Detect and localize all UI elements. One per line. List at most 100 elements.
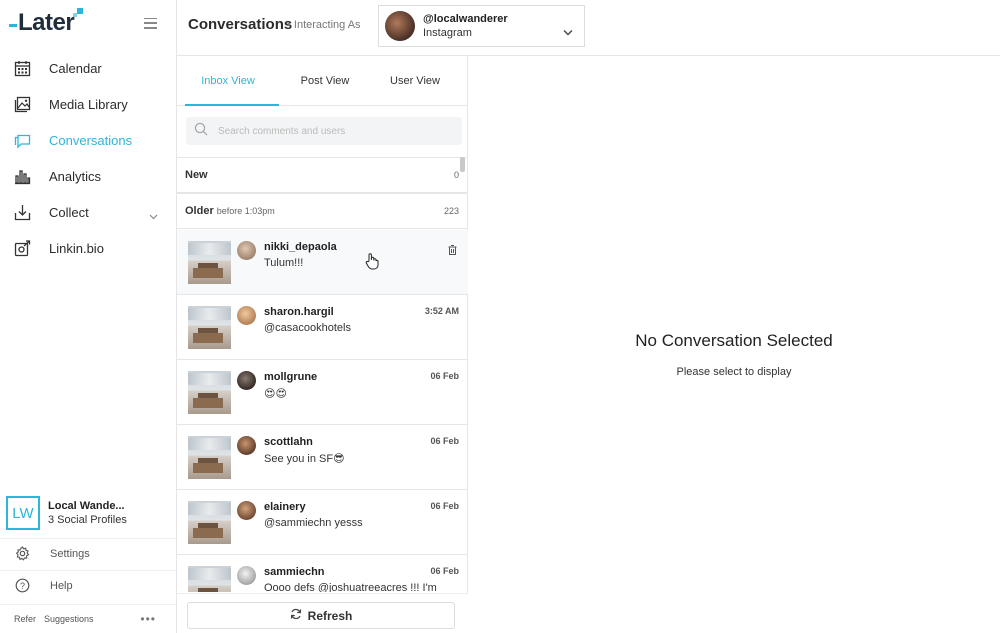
tab-post-view[interactable]: Post View [279,56,371,105]
view-tabs: Inbox View Post View User View [177,56,467,106]
conversation-row[interactable]: nikki_depaola Tulum!!! [177,230,468,295]
conversation-time: 3:52 AM [424,306,459,316]
profile-name: Local Wande... [48,500,125,512]
sidebar-item-calendar[interactable]: Calendar [0,50,176,86]
tab-inbox-view[interactable]: Inbox View [177,56,279,106]
sidebar-item-analytics[interactable]: Analytics [0,158,176,194]
svg-text:?: ? [19,581,24,591]
sidebar: Later Calendar Media Library Conversatio… [0,0,177,633]
avatar [237,501,256,520]
page-title: Conversations [188,16,293,33]
sidebar-item-label: Analytics [49,168,102,184]
suggestions-link[interactable]: Suggestions [44,614,94,624]
bar-chart-icon [13,167,31,185]
section-new-label: New [185,169,208,181]
download-tray-icon [13,203,31,221]
conversation-row[interactable]: elainery @sammiechn yesss 06 Feb [177,490,468,555]
search-icon [194,122,208,141]
conversation-time: 06 Feb [430,436,459,446]
chat-icon [13,131,31,149]
account-selector[interactable]: @localwanderer Instagram [378,5,585,47]
refer-row: Refer Suggestions ••• [0,604,176,632]
sidebar-item-label: Media Library [49,96,128,112]
conversation-message: 😍😍 [264,388,287,400]
conversation-username: elainery [264,501,306,513]
conversation-row[interactable]: mollgrune 😍😍 06 Feb [177,360,468,425]
post-thumbnail [188,306,231,349]
settings-label: Settings [50,547,90,560]
refresh-button[interactable]: Refresh [187,602,455,629]
sidebar-item-label: Collect [49,204,89,220]
gear-icon [14,546,30,562]
section-older-count: 223 [443,206,459,216]
empty-state-subtitle: Please select to display [676,366,792,378]
trash-icon[interactable] [448,242,457,260]
refresh-bar: Refresh [177,593,468,633]
sidebar-item-label: Conversations [49,132,133,148]
sidebar-item-media-library[interactable]: Media Library [0,86,176,122]
account-avatar [385,11,415,41]
top-header: Conversations • Interacting As @localwan… [177,0,1000,56]
interacting-as-label: • Interacting As [287,19,361,31]
chevron-down-icon[interactable] [149,207,158,225]
sidebar-item-linkin-bio[interactable]: Linkin.bio [0,230,176,266]
section-older-sub: before 1:03pm [216,206,275,216]
conversation-message: Oooo defs @joshuatreeacres !!! I'm [264,582,437,592]
sidebar-item-conversations[interactable]: Conversations [0,122,176,158]
help-label: Help [50,579,73,592]
section-older-label: Older [185,205,214,217]
avatar [237,306,256,325]
section-new[interactable]: New 0 [177,157,468,193]
refresh-label: Refresh [307,608,353,623]
conversation-detail-pane: No Conversation Selected Please select t… [468,56,1000,633]
profile-subtitle: 3 Social Profiles [48,514,127,526]
avatar [237,566,256,585]
conversation-username: scottlahn [264,436,313,448]
conversation-username: sammiechn [264,566,325,578]
sidebar-item-label: Calendar [49,60,102,76]
sidebar-nav: Calendar Media Library Conversations Ana… [0,50,176,266]
conversation-list: nikki_depaola Tulum!!! sharon.hargil @ca… [177,230,468,592]
post-thumbnail [188,501,231,544]
empty-state-title: No Conversation Selected [635,331,833,350]
image-icon [13,95,31,113]
search-bar [186,117,462,145]
scrollbar-thumb[interactable] [460,157,465,172]
conversation-row[interactable]: scottlahn See you in SF😎 06 Feb [177,425,468,490]
tab-user-view[interactable]: User View [371,56,459,105]
profile-switcher[interactable]: LW Local Wande... 3 Social Profiles [0,490,176,536]
conversation-message: Tulum!!! [264,257,304,269]
conversation-message: See you in SF😎 [264,453,345,465]
conversation-username: nikki_depaola [264,241,337,253]
post-thumbnail [188,241,231,284]
conversation-time: 06 Feb [430,501,459,511]
conversation-message: @sammiechn yesss [264,517,363,529]
section-new-count: 0 [453,170,459,180]
sidebar-item-collect[interactable]: Collect [0,194,176,230]
avatar [237,436,256,455]
refer-link[interactable]: Refer [14,614,36,624]
calendar-icon [13,59,31,77]
sidebar-item-label: Linkin.bio [49,240,104,256]
post-thumbnail [188,371,231,414]
search-input[interactable] [218,125,458,137]
conversation-username: sharon.hargil [264,306,334,318]
avatar [237,371,256,390]
conversation-row[interactable]: sharon.hargil @casacookhotels 3:52 AM [177,295,468,360]
help-button[interactable]: ? Help [0,570,176,600]
conversation-row[interactable]: sammiechn Oooo defs @joshuatreeacres !!!… [177,555,468,592]
avatar [237,241,256,260]
more-options-icon[interactable]: ••• [140,612,156,626]
section-older[interactable]: Older before 1:03pm 223 [177,193,468,229]
conversation-time: 06 Feb [430,371,459,381]
help-icon: ? [14,578,30,594]
account-handle: @localwanderer [423,13,508,25]
settings-button[interactable]: Settings [0,538,176,568]
conversation-time: 06 Feb [430,566,459,576]
hamburger-menu-icon[interactable] [144,17,157,29]
link-icon [13,239,31,257]
post-thumbnail [188,566,231,592]
refresh-icon [290,607,302,625]
later-logo[interactable]: Later [9,8,84,37]
hand-cursor-icon [365,253,379,275]
